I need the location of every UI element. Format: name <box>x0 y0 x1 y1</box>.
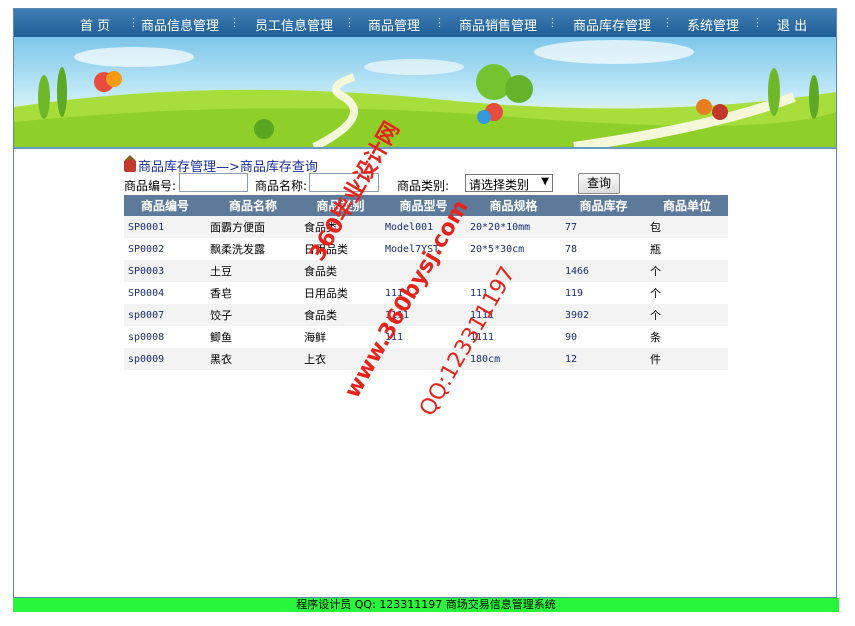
code-input[interactable] <box>179 173 248 192</box>
code-label: 商品编号: <box>124 179 177 193</box>
footer-bar: 程序设计员 QQ: 123311197 商场交易信息管理系统 <box>13 598 839 612</box>
main-frame: 首 页 ⋮ 商品信息管理 ⋮ 员工信息管理 ⋮ 商品管理 ⋮ 商品销售管理 ⋮ … <box>13 8 837 598</box>
nav-system-manage[interactable]: 系统管理 <box>687 15 739 34</box>
nav-separator: ⋮ <box>128 16 139 29</box>
name-input[interactable] <box>309 173 379 192</box>
table-row: sp0009 黑衣 上衣 180cm 12 件 <box>124 348 728 370</box>
nav-separator: ⋮ <box>229 16 240 29</box>
nav-logout[interactable]: 退 出 <box>777 15 807 34</box>
nav-product-info[interactable]: 商品信息管理 <box>141 15 219 34</box>
chevron-down-icon: ▼ <box>541 176 549 187</box>
nav-stock-manage[interactable]: 商品库存管理 <box>573 15 651 34</box>
nav-separator: ⋮ <box>344 16 355 29</box>
nav-home[interactable]: 首 页 <box>80 15 110 34</box>
category-label: 商品类别: <box>397 179 450 193</box>
stock-table: 商品编号 商品名称 商品类别 商品型号 商品规格 商品库存 商品单位 SP000… <box>124 195 728 370</box>
table-header-row: 商品编号 商品名称 商品类别 商品型号 商品规格 商品库存 商品单位 <box>124 195 728 216</box>
nav-separator: ⋮ <box>434 16 445 29</box>
search-bar: 商品编号: 商品名称: 商品类别: 请选择类别 ▼ 查询 <box>124 173 824 195</box>
table-row: SP0004 香皂 日用品类 111 111 119 个 <box>124 282 728 304</box>
header-code: 商品编号 <box>124 195 206 216</box>
header-banner <box>14 37 836 149</box>
table-row: sp0008 鲫鱼 海鲜 111 1111 90 条 <box>124 326 728 348</box>
nav-sales-manage[interactable]: 商品销售管理 <box>459 15 537 34</box>
header-spec: 商品规格 <box>466 195 561 216</box>
home-icon <box>124 155 136 172</box>
header-model: 商品型号 <box>381 195 466 216</box>
category-select[interactable]: 请选择类别 ▼ <box>465 174 553 192</box>
table-row: SP0002 飘柔洗发露 日用品类 Model7YST 20*5*30cm 78… <box>124 238 728 260</box>
table-row: SP0003 土豆 食品类 1466 个 <box>124 260 728 282</box>
header-name: 商品名称 <box>206 195 300 216</box>
table-row: sp0007 饺子 食品类 1111 1111 3902 个 <box>124 304 728 326</box>
nav-separator: ⋮ <box>547 16 558 29</box>
nav-separator: ⋮ <box>662 16 673 29</box>
nav-separator: ⋮ <box>752 16 763 29</box>
query-button[interactable]: 查询 <box>578 173 620 194</box>
header-stock: 商品库存 <box>561 195 646 216</box>
header-unit: 商品单位 <box>646 195 728 216</box>
table-row: SP0001 面霸方便面 食品类 Model001 20*20*10mm 77 … <box>124 216 728 238</box>
nav-product-manage[interactable]: 商品管理 <box>368 15 420 34</box>
nav-staff-info[interactable]: 员工信息管理 <box>255 15 333 34</box>
header-category: 商品类别 <box>300 195 381 216</box>
name-label: 商品名称: <box>255 179 308 193</box>
top-nav: 首 页 ⋮ 商品信息管理 ⋮ 员工信息管理 ⋮ 商品管理 ⋮ 商品销售管理 ⋮ … <box>14 9 836 37</box>
banner-landscape <box>14 40 836 147</box>
